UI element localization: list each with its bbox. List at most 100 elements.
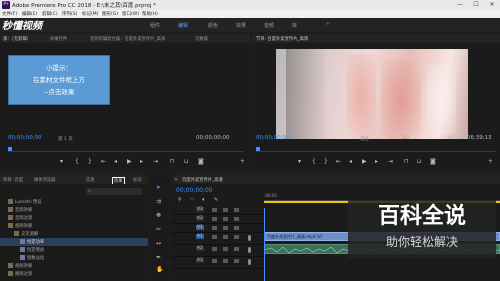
prog-play-icon[interactable]: ▶	[362, 159, 367, 165]
effects-tree-item[interactable]: 指数淡化	[0, 254, 148, 262]
sync-icon[interactable]	[223, 259, 228, 263]
voiceover-mic-icon[interactable]	[248, 259, 251, 265]
prog-go-in-icon[interactable]: ⇤	[336, 159, 341, 165]
prog-mark-in-icon[interactable]: ▾	[298, 159, 301, 165]
workspace-tab-audio[interactable]: 音频	[264, 22, 274, 29]
menu-file[interactable]: 文件(F)	[2, 11, 17, 17]
pen-tool-icon[interactable]: ✒	[156, 255, 161, 261]
effects-tree-item[interactable]: 视频效果	[0, 262, 148, 270]
workspace-more-icon[interactable]: »	[326, 22, 332, 27]
effects-tree-item[interactable]: 交叉溶解	[0, 230, 148, 238]
menu-graphics[interactable]: 图形(G)	[102, 11, 118, 17]
mark-out-icon[interactable]: {	[75, 159, 79, 165]
track-header[interactable]: A1	[172, 233, 264, 245]
minimize-button[interactable]: —	[452, 0, 468, 10]
track-select-tool-icon[interactable]: ⇉	[156, 199, 161, 205]
effects-tree-item[interactable]: 音频效果	[0, 206, 148, 214]
mark-in-icon[interactable]: ▾	[60, 159, 63, 165]
program-scrubber[interactable]	[256, 151, 496, 152]
menu-marker[interactable]: 标记(M)	[82, 11, 98, 17]
tab-program[interactable]: 节目: 百度外卖宣传片_高清	[256, 36, 308, 42]
tab-source[interactable]: 源：（无剪辑）	[3, 36, 31, 42]
maximize-button[interactable]: ☐	[468, 0, 484, 10]
prog-mark-open-icon[interactable]: {	[312, 159, 316, 165]
menu-help[interactable]: 帮助(H)	[142, 11, 158, 17]
track-header[interactable]: V1	[172, 224, 264, 233]
sync-icon[interactable]	[223, 217, 228, 221]
prog-go-out-icon[interactable]: ⇥	[388, 159, 393, 165]
mark-out-close-icon[interactable]: }	[88, 159, 92, 165]
program-timecode-left[interactable]: 00;00;00;00	[256, 135, 290, 141]
tab-effect-controls[interactable]: 效果控件	[50, 36, 67, 42]
eye-icon[interactable]	[234, 226, 239, 230]
prog-step-forward-icon[interactable]: ▸	[375, 159, 378, 165]
track-header[interactable]: V3	[172, 206, 264, 215]
step-forward-icon[interactable]: ▸	[140, 159, 143, 165]
workspace-tab-color[interactable]: 颜色	[208, 22, 218, 29]
source-scrubber[interactable]	[8, 151, 244, 152]
sync-icon[interactable]	[223, 208, 228, 212]
add-button-icon[interactable]: +	[240, 159, 245, 165]
workspace-tab-assembly[interactable]: 组件	[150, 22, 160, 29]
effects-search-input[interactable]: ⌕	[86, 188, 142, 195]
slip-tool-icon[interactable]: ↔	[156, 241, 161, 247]
menu-window[interactable]: 窗口(W)	[122, 11, 139, 17]
track-header[interactable]: A3	[172, 257, 264, 269]
hand-tool-icon[interactable]: ✋	[156, 267, 163, 273]
source-page-label[interactable]: 第 1 页	[58, 136, 73, 142]
lock-icon[interactable]	[212, 226, 217, 230]
track-header[interactable]: V2	[172, 215, 264, 224]
tab-timeline-sequence[interactable]: 百度外卖宣传片_高清	[182, 177, 223, 183]
voiceover-mic-icon[interactable]	[248, 235, 251, 241]
lock-icon[interactable]	[212, 217, 217, 221]
snap-icon[interactable]: ⚲	[178, 197, 182, 203]
workspace-tab-effects[interactable]: 效果	[236, 22, 246, 29]
extract-icon[interactable]: ⊔	[417, 159, 422, 165]
add-marker-icon[interactable]: ▾	[202, 197, 205, 203]
lock-icon[interactable]	[212, 208, 217, 212]
eye-icon[interactable]	[234, 208, 239, 212]
wrench-icon[interactable]: ✎	[448, 135, 452, 141]
play-icon[interactable]: ▶	[127, 159, 132, 165]
go-to-out-icon[interactable]: ⇥	[153, 159, 158, 165]
lock-icon[interactable]	[212, 235, 217, 239]
prog-add-button-icon[interactable]: +	[488, 159, 493, 165]
effects-tree-item[interactable]: 视频过渡	[0, 270, 148, 278]
voiceover-mic-icon[interactable]	[248, 247, 251, 253]
mute-icon[interactable]	[234, 259, 239, 263]
effects-tree-item[interactable]: 视频效果	[0, 222, 148, 230]
tab-media-browser[interactable]: 媒体浏览器	[34, 177, 55, 183]
program-fit-dropdown[interactable]: 适合	[360, 136, 369, 142]
effects-tree-item[interactable]: Lumetri 预设	[0, 198, 148, 206]
sync-icon[interactable]	[223, 247, 228, 251]
lock-icon[interactable]	[212, 247, 217, 251]
close-button[interactable]: ✕	[484, 0, 500, 10]
prog-mark-close-icon[interactable]: }	[324, 159, 328, 165]
track-label[interactable]: A2	[196, 246, 204, 251]
step-back-icon[interactable]: ◂	[114, 159, 117, 165]
export-frame-icon[interactable]: ◙	[198, 159, 204, 165]
menu-clip[interactable]: 剪辑(C)	[42, 11, 58, 17]
workspace-tab-libraries[interactable]: 库	[292, 22, 297, 29]
ripple-edit-tool-icon[interactable]: ✥	[156, 213, 161, 219]
menu-sequence[interactable]: 序列(S)	[62, 11, 77, 17]
track-label[interactable]: V3	[196, 207, 204, 212]
track-label[interactable]: A3	[196, 258, 204, 263]
source-timecode-left[interactable]: 00;00;00;00	[8, 135, 42, 141]
prog-export-frame-icon[interactable]: ◙	[430, 159, 436, 165]
eye-icon[interactable]	[234, 217, 239, 221]
sync-icon[interactable]	[223, 235, 228, 239]
timeline-timecode[interactable]: 00;00;00;00	[176, 187, 213, 194]
effects-tree-item[interactable]: 音频过渡	[0, 214, 148, 222]
track-header[interactable]: A2	[172, 245, 264, 257]
mute-icon[interactable]	[234, 247, 239, 251]
mute-icon[interactable]	[234, 235, 239, 239]
track-label[interactable]: A1	[196, 234, 204, 239]
track-label[interactable]: V2	[196, 216, 204, 221]
timeline-playhead[interactable]	[264, 208, 265, 281]
lift-icon[interactable]: ⊓	[404, 159, 409, 165]
effects-tree-item[interactable]: 恒定增益	[0, 246, 148, 254]
selection-tool-icon[interactable]: ➤	[156, 185, 161, 191]
menu-edit[interactable]: 编辑(E)	[22, 11, 37, 17]
track-label[interactable]: V1	[196, 225, 204, 230]
